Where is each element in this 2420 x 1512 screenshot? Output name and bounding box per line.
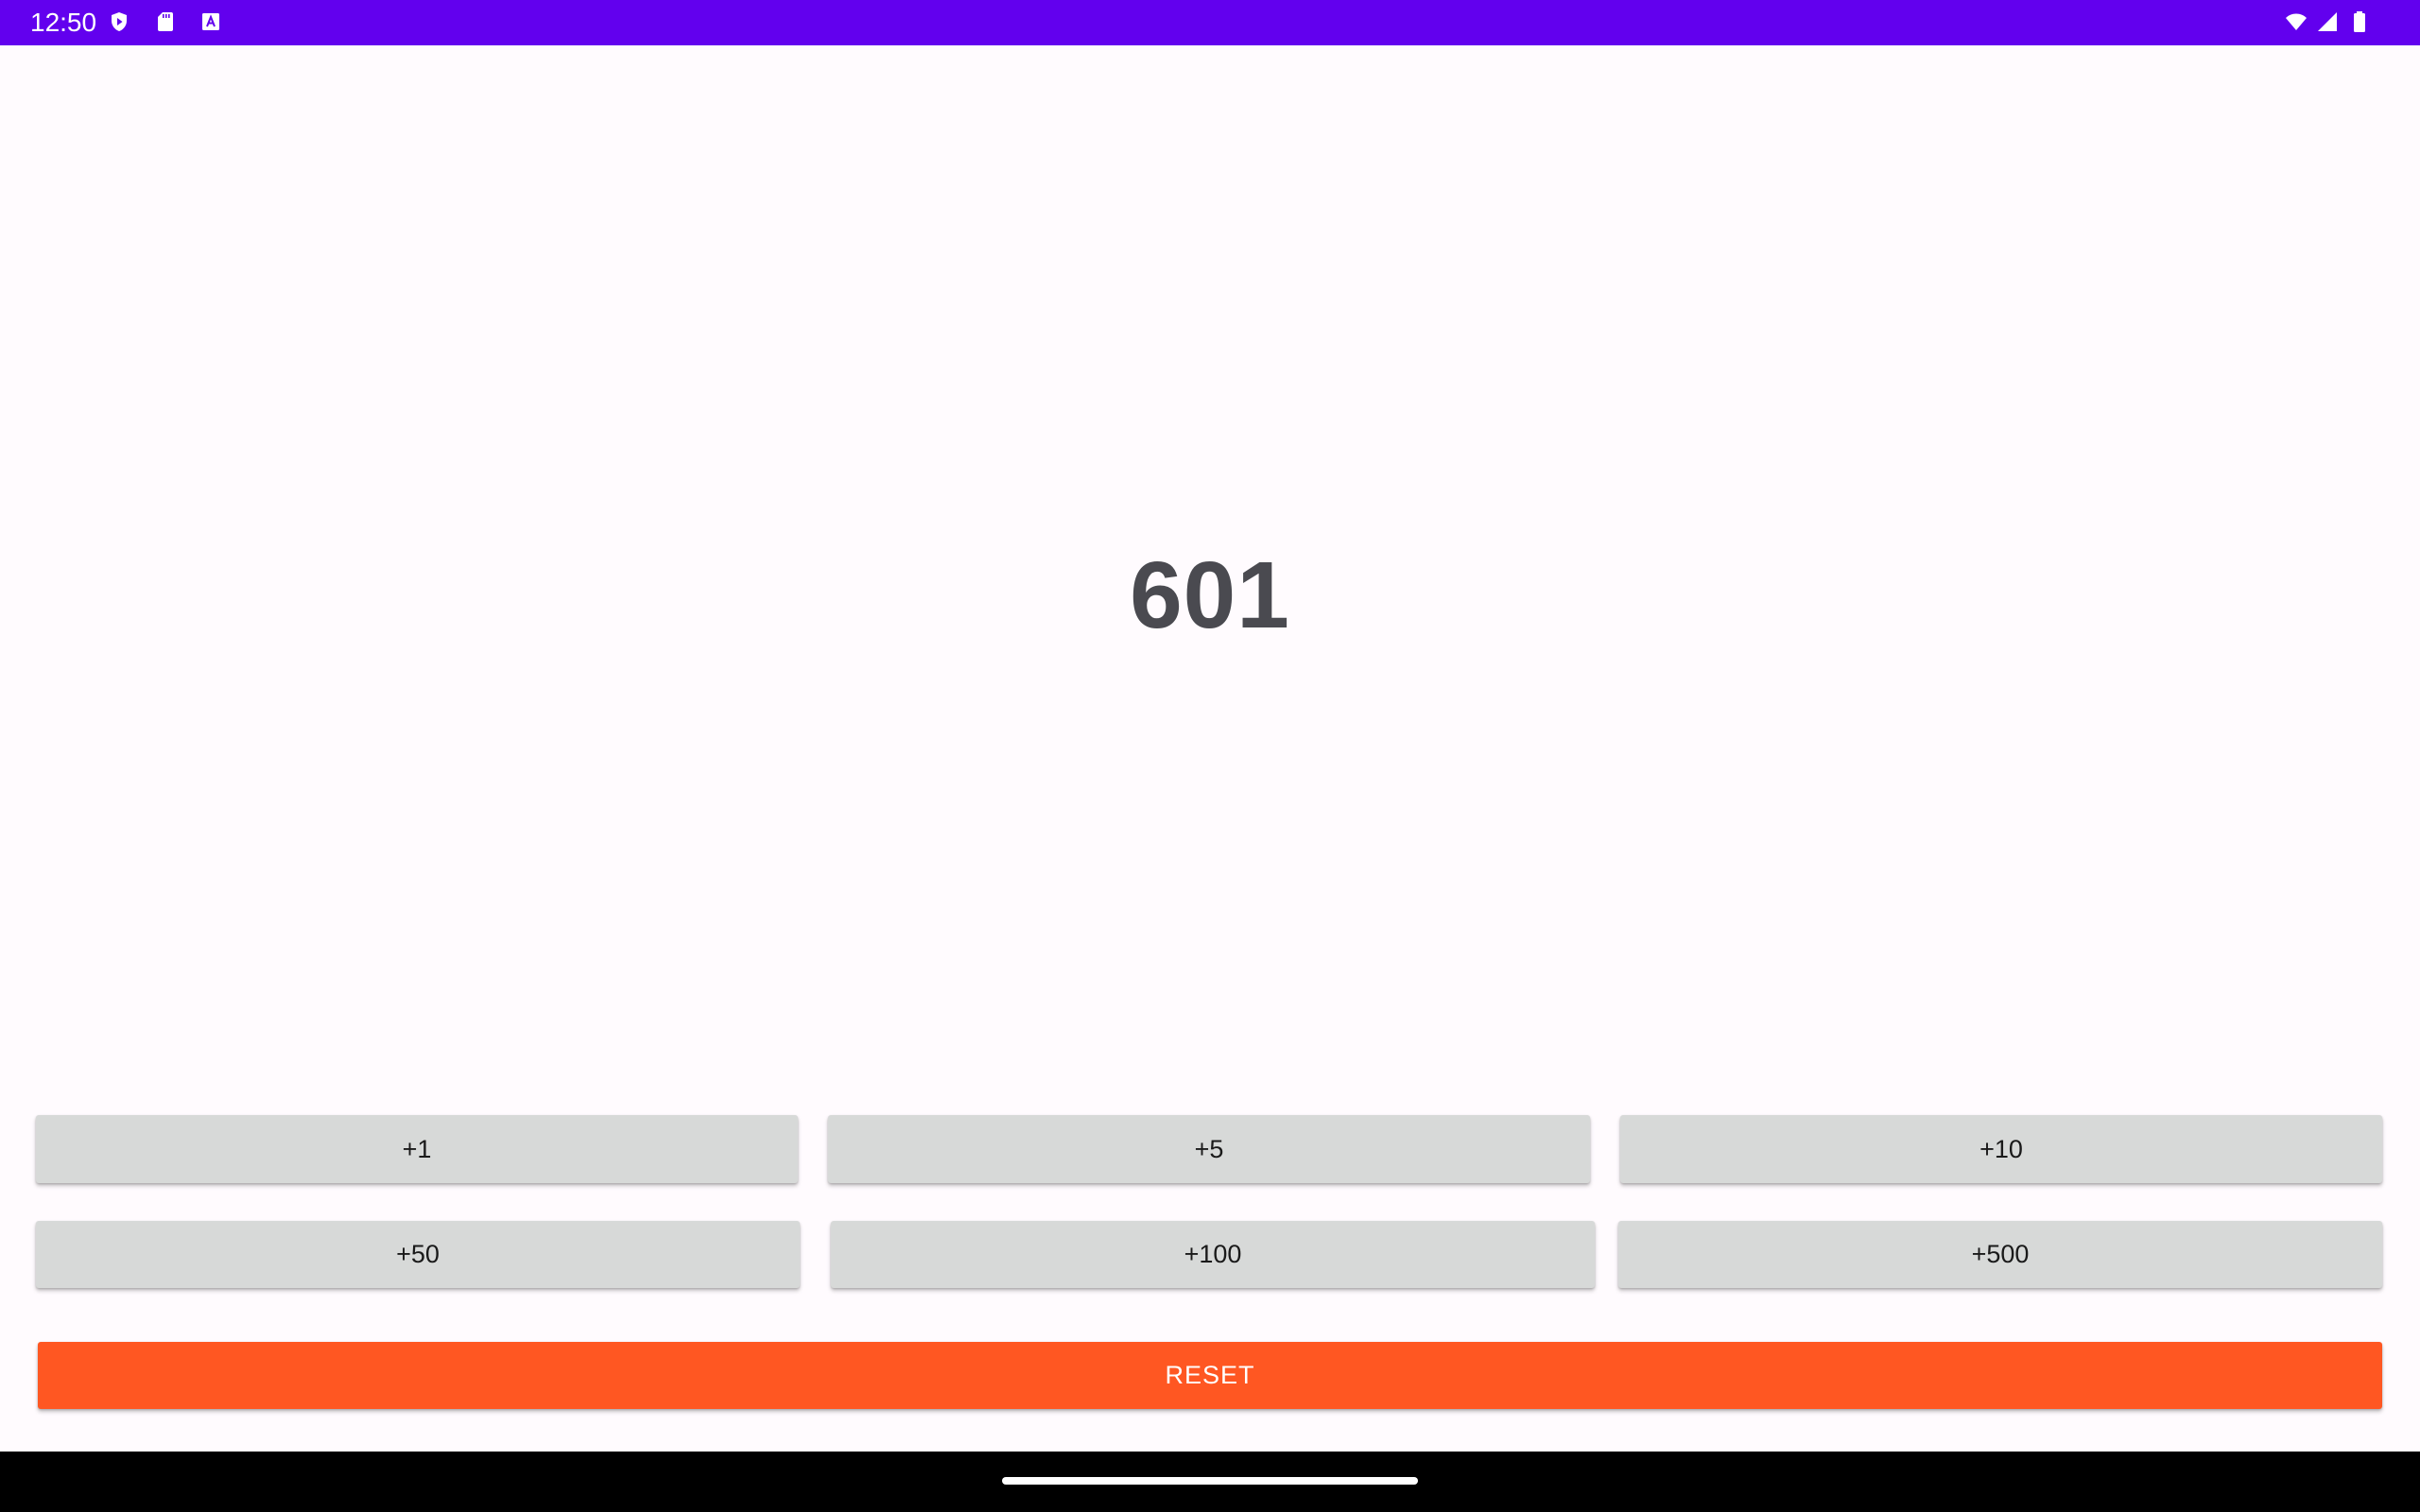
add-50-label: +50 — [396, 1240, 440, 1268]
add-500-button[interactable]: +500 — [1618, 1221, 2382, 1288]
add-1-button[interactable]: +1 — [36, 1115, 798, 1183]
add-100-button[interactable]: +100 — [831, 1221, 1595, 1288]
battery-icon — [2348, 10, 2371, 33]
add-500-label: +500 — [1971, 1240, 2030, 1268]
play-protect-icon — [108, 10, 130, 33]
navigation-bar — [0, 1452, 2420, 1512]
status-bar: 12:50 — [0, 0, 2420, 45]
add-5-button[interactable]: +5 — [828, 1115, 1590, 1183]
sd-card-icon — [154, 10, 177, 33]
a-notification-icon — [199, 10, 222, 33]
add-100-label: +100 — [1184, 1240, 1242, 1268]
reset-button[interactable]: RESET — [38, 1342, 2382, 1409]
add-50-button[interactable]: +50 — [36, 1221, 800, 1288]
status-time: 12:50 — [30, 8, 97, 37]
home-gesture-handle[interactable] — [1002, 1477, 1418, 1485]
reset-label: RESET — [1165, 1361, 1255, 1389]
add-10-button[interactable]: +10 — [1620, 1115, 2382, 1183]
add-10-label: +10 — [1979, 1134, 2023, 1163]
counter-value: 601 — [1130, 542, 1290, 648]
wifi-icon — [2282, 10, 2310, 33]
counter-area: 601 — [0, 45, 2420, 1113]
add-1-label: +1 — [402, 1134, 432, 1163]
add-5-label: +5 — [1194, 1134, 1224, 1163]
cell-signal-icon — [2316, 10, 2339, 33]
